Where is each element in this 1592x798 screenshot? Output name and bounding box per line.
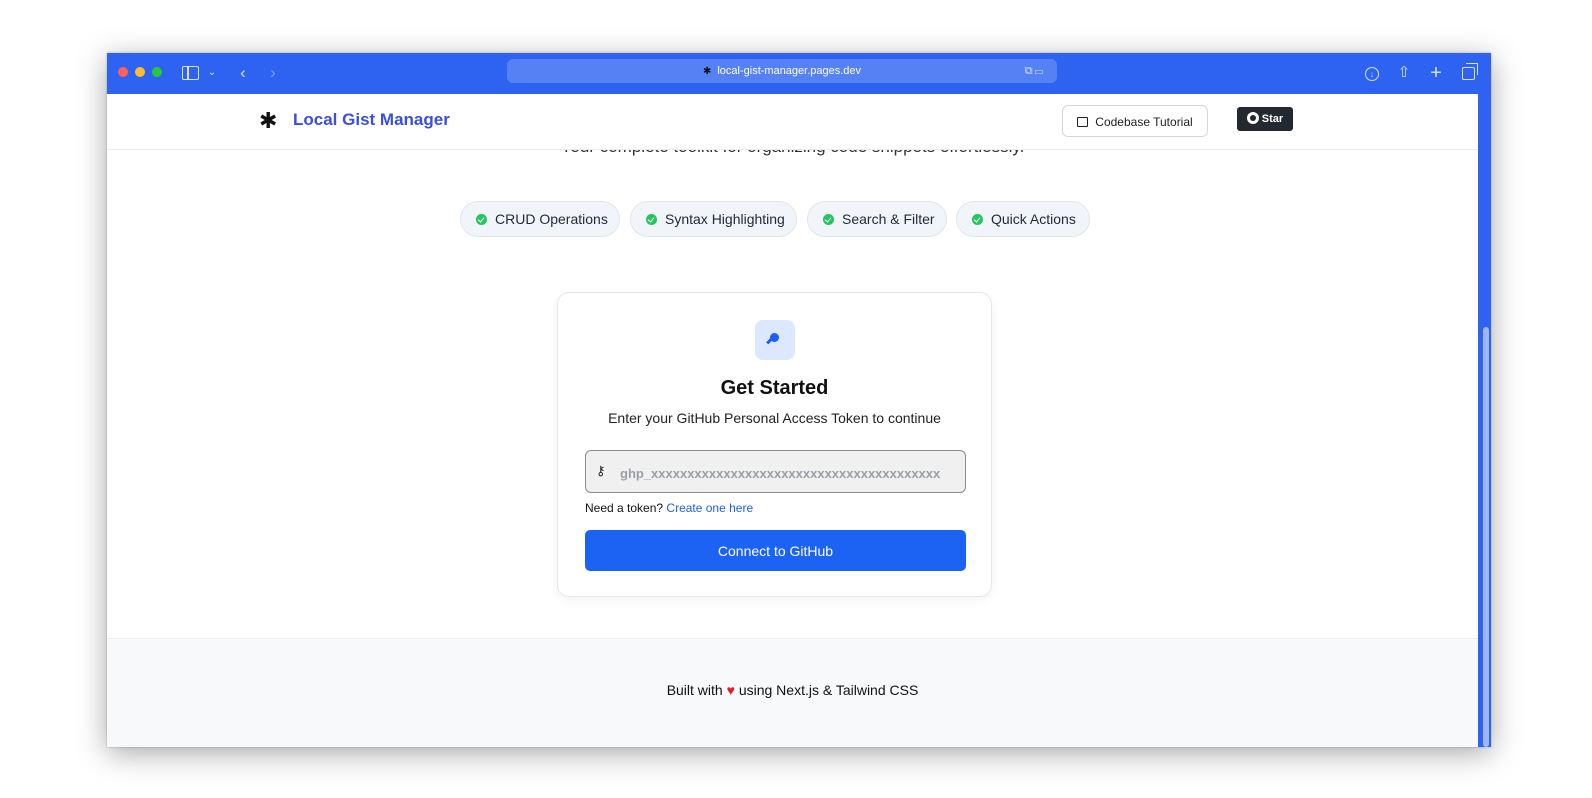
page-content: Your complete toolkit for organizing cod… [107,94,1478,747]
tab-overview-icon[interactable] [1459,61,1478,85]
favicon-icon: ✱ [702,66,712,77]
footer-suffix: using Next.js & Tailwind CSS [738,682,919,698]
book-icon [1077,117,1089,127]
connect-github-button[interactable]: Connect to GitHub [585,530,966,571]
card-title: Get Started [720,377,829,399]
footer-prefix: Built with [666,682,723,698]
sidebar-icon[interactable] [181,61,199,85]
card-subtitle: Enter your GitHub Personal Access Token … [608,410,941,426]
check-circle-icon [972,214,983,225]
get-started-card: Get Started Enter your GitHub Personal A… [557,292,992,597]
download-icon[interactable]: ↓ [1363,61,1381,85]
chevron-down-icon[interactable]: ⌄ [206,61,218,85]
feature-label: CRUD Operations [495,211,608,227]
token-help: Need a token? Create one here [585,501,753,515]
forward-icon[interactable]: › [265,61,281,85]
scrollbar-thumb[interactable] [1483,327,1489,747]
key-icon [755,320,795,360]
footer-text: Built with ♥ using Next.js & Tailwind CS… [107,682,1478,698]
check-circle-icon [476,214,487,225]
share-icon[interactable]: ⇧ [1395,61,1413,85]
feature-label: Search & Filter [842,211,935,227]
token-field[interactable]: ⚷ [585,450,966,493]
asterisk-logo-icon: ✱ [259,108,278,133]
feature-pill-search: Search & Filter [807,201,947,237]
browser-window: ⌄ ‹ › ✱ local-gist-manager.pages.dev ⧉▭ ↓… [107,53,1491,747]
token-input[interactable] [618,461,957,485]
translate-icon[interactable]: ⧉▭ [1025,59,1045,83]
page-footer: Built with ♥ using Next.js & Tailwind CS… [107,638,1478,747]
feature-label: Quick Actions [991,211,1076,227]
brand-title[interactable]: Local Gist Manager [293,110,450,130]
address-bar[interactable]: ✱ local-gist-manager.pages.dev ⧉▭ [507,59,1057,83]
site-navbar: ✱ Local Gist Manager Codebase Tutorial S… [107,94,1478,150]
browser-toolbar: ⌄ ‹ › ✱ local-gist-manager.pages.dev ⧉▭ ↓… [107,53,1491,94]
feature-pill-syntax: Syntax Highlighting [630,201,797,237]
tutorial-label: Codebase Tutorial [1095,115,1193,129]
help-prefix: Need a token? [585,501,664,515]
zoom-window-button[interactable] [152,67,162,77]
github-icon [1246,112,1259,124]
url-text: local-gist-manager.pages.dev [717,65,862,77]
github-star-button[interactable]: Star [1237,107,1293,131]
feature-pill-quick-actions: Quick Actions [956,201,1090,237]
key-icon: ⚷ [596,463,606,478]
check-circle-icon [823,214,834,225]
close-window-button[interactable] [118,67,128,77]
create-token-link[interactable]: Create one here [666,501,753,515]
back-icon[interactable]: ‹ [235,61,251,85]
minimize-window-button[interactable] [135,67,145,77]
codebase-tutorial-button[interactable]: Codebase Tutorial [1062,105,1208,137]
star-label: Star [1261,113,1284,125]
heart-icon: ♥ [726,682,735,698]
new-tab-icon[interactable]: + [1427,61,1445,85]
feature-label: Syntax Highlighting [665,211,785,227]
check-circle-icon [646,214,657,225]
feature-pill-crud: CRUD Operations [460,201,620,237]
scrollbar[interactable] [1478,94,1491,747]
